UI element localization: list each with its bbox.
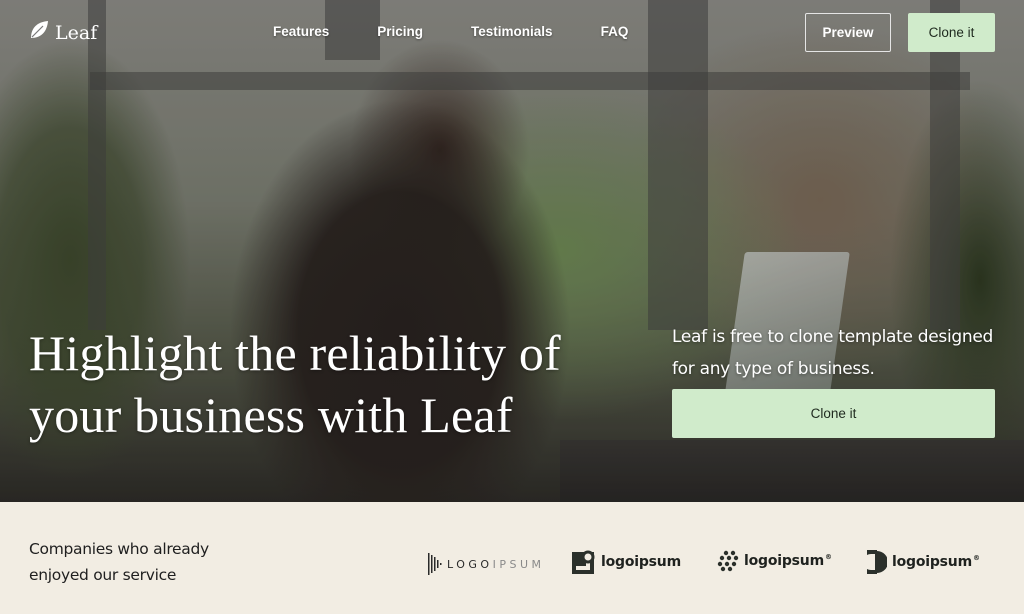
company-logo-1: LOGOIPSUM [428, 553, 544, 575]
square-circle-logo-icon [572, 550, 596, 574]
nav-links: Features Pricing Testimonials FAQ [273, 24, 628, 39]
company-logo-2-text: logoipsum [601, 554, 681, 570]
company-logo-2: logoipsum [572, 550, 681, 574]
hero-section: Leaf Features Pricing Testimonials FAQ P… [0, 0, 1024, 502]
hero-tagline: Leaf is free to clone template designed … [672, 327, 994, 379]
preview-button[interactable]: Preview [805, 13, 891, 52]
hero-headline: Highlight the reliability of your busine… [29, 325, 561, 443]
clone-it-nav-button[interactable]: Clone it [908, 13, 995, 52]
nav-link-testimonials[interactable]: Testimonials [471, 24, 553, 39]
clone-it-hero-button[interactable]: Clone it [672, 389, 995, 438]
nav-link-features[interactable]: Features [273, 24, 329, 39]
half-circle-logo-icon [867, 550, 887, 574]
nav-link-faq[interactable]: FAQ [601, 24, 629, 39]
companies-section: Companies who already enjoyed our servic… [0, 502, 1024, 614]
company-logo-1-text: LOGOIPSUM [447, 557, 545, 571]
brand-logo[interactable]: Leaf [29, 20, 97, 45]
company-logo-3: logoipsum® [717, 550, 832, 572]
nav-link-pricing[interactable]: Pricing [377, 24, 423, 39]
company-logo-3-text: logoipsum® [744, 553, 832, 569]
top-navigation: Leaf Features Pricing Testimonials FAQ P… [0, 0, 1024, 66]
company-logos: LOGOIPSUM logoipsum logoipsum® logoipsum… [0, 502, 1024, 614]
company-logo-4: logoipsum® [867, 550, 980, 574]
leaf-icon [29, 20, 49, 45]
brand-name: Leaf [55, 21, 98, 44]
dots-logo-icon [717, 550, 739, 572]
bars-logo-icon [428, 553, 442, 575]
company-logo-4-text: logoipsum® [892, 554, 980, 570]
